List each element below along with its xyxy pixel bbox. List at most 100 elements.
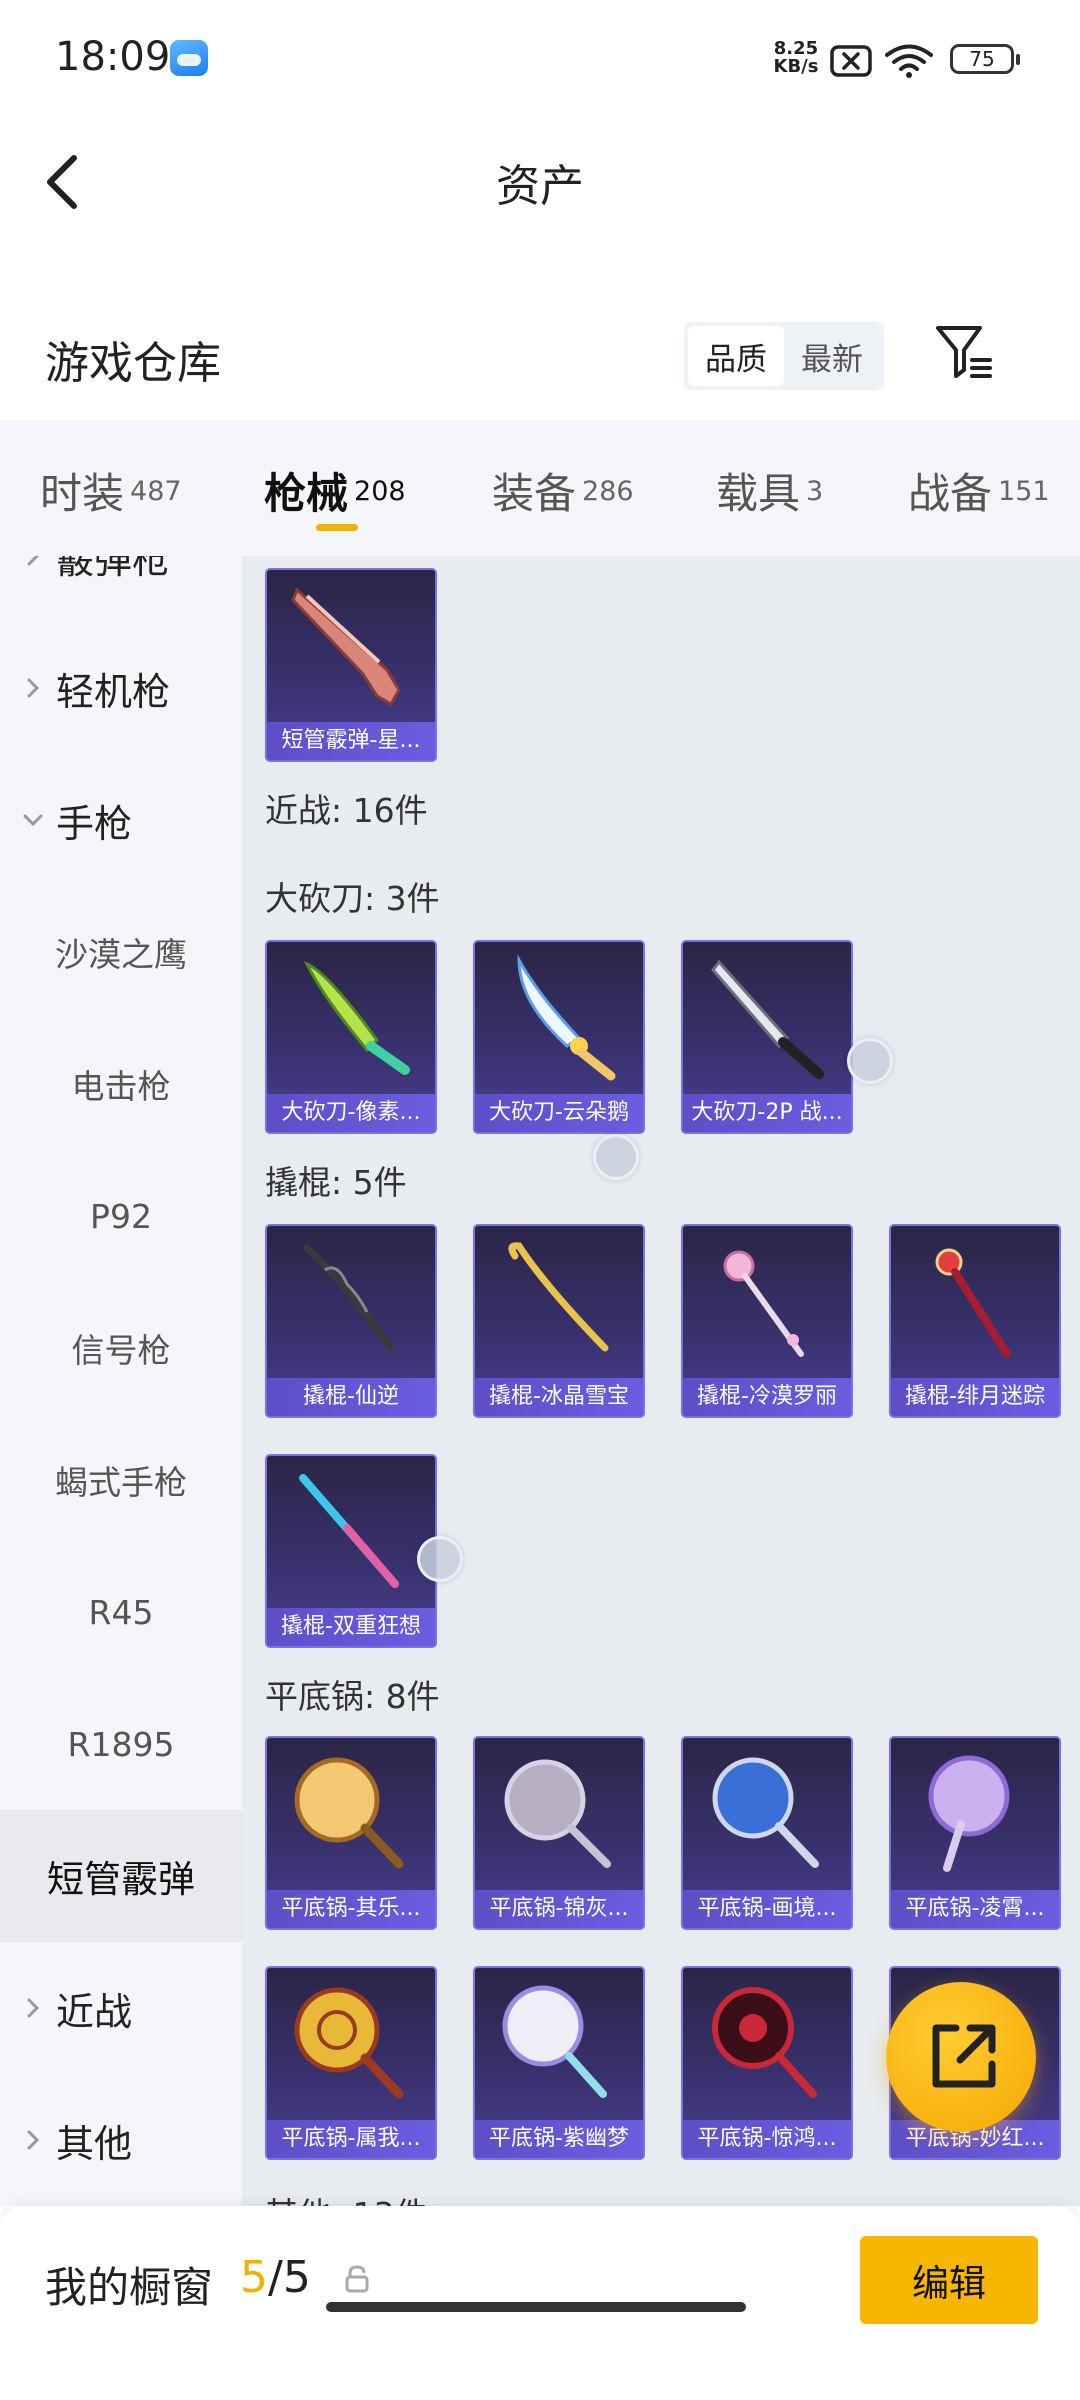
share-fab[interactable]: [886, 1982, 1036, 2132]
sidebar-item-desert-eagle[interactable]: 沙漠之鹰: [0, 886, 242, 1018]
sidebar-item-r45[interactable]: R45: [0, 1546, 242, 1678]
item-card[interactable]: 短管霰弹-星...: [265, 568, 437, 762]
wifi-icon: [885, 44, 933, 78]
item-name: 撬棍-仙逆: [267, 1378, 435, 1416]
touch-indicator: [593, 1134, 639, 1180]
item-name: 平底锅-锦灰...: [475, 1890, 643, 1928]
sidebar-item-flare-gun[interactable]: 信号枪: [0, 1282, 242, 1414]
section-melee-count: 近战: 16件: [265, 791, 428, 830]
tab-supplies[interactable]: 战备 151: [908, 460, 1050, 521]
sidebar-item-other[interactable]: 其他: [0, 2074, 242, 2206]
item-card[interactable]: 平底锅-画境...: [681, 1736, 853, 1930]
tab-label: 装备: [492, 469, 577, 518]
sort-quality-button[interactable]: 品质: [688, 326, 784, 386]
weather-app-icon: [170, 40, 208, 76]
item-card[interactable]: 撬棍-仙逆: [265, 1224, 437, 1418]
item-card[interactable]: 大砍刀-像素...: [265, 940, 437, 1134]
item-card[interactable]: 平底锅-惊鸿...: [681, 1966, 853, 2160]
sidebar-item-sawed-off[interactable]: 短管霰弹: [0, 1810, 242, 1942]
status-time: 18:09: [55, 34, 171, 80]
tab-count: 286: [582, 476, 634, 507]
home-indicator[interactable]: [326, 2302, 746, 2312]
chevron-right-icon: [27, 2130, 40, 2150]
status-bar: 18:09 8.25 KB/s 75: [0, 0, 1080, 120]
sort-toggle: 品质 最新: [684, 322, 884, 390]
network-speed: 8.25 KB/s: [770, 40, 822, 76]
chevron-right-icon: [27, 678, 40, 698]
showcase-count: 5/5: [240, 2252, 311, 2303]
chevron-right-icon: [27, 1998, 40, 2018]
sidebar-item-taser[interactable]: 电击枪: [0, 1018, 242, 1150]
frying-pan-icon: [294, 1757, 404, 1869]
chevron-right-icon: [27, 556, 40, 566]
item-card[interactable]: 平底锅-凌霄...: [889, 1736, 1061, 1930]
sidebar-item-label: 轻机枪: [56, 669, 171, 714]
item-name: 平底锅-凌霄...: [891, 1890, 1059, 1928]
crowbar-icon: [303, 1244, 395, 1352]
network-speed-unit: KB/s: [773, 56, 819, 77]
showcase-label: 我的橱窗: [45, 2263, 214, 2312]
frying-pan-icon: [928, 1755, 1010, 1872]
item-name: 短管霰弹-星...: [267, 722, 435, 760]
item-name: 大砍刀-像素...: [267, 1094, 435, 1132]
item-card[interactable]: 撬棍-绯月迷踪: [889, 1224, 1061, 1418]
active-tab-indicator: [316, 524, 358, 531]
page-title: 资产: [496, 161, 584, 212]
sidebar-item-label: 近战: [56, 1989, 133, 2034]
item-card[interactable]: 大砍刀-2P 战...: [681, 940, 853, 1134]
sidebar-item-r1895[interactable]: R1895: [0, 1678, 242, 1810]
frying-pan-icon: [504, 1759, 611, 1868]
item-name: 平底锅-紫幽梦: [475, 2120, 643, 2158]
section-crowbar-count: 撬棍: 5件: [265, 1163, 407, 1202]
item-card[interactable]: 大砍刀-云朵鹅: [473, 940, 645, 1134]
sidebar-item-skorpion[interactable]: 蝎式手枪: [0, 1414, 242, 1546]
item-card[interactable]: 平底锅-属我...: [265, 1966, 437, 2160]
warehouse-title: 游戏仓库: [45, 338, 221, 389]
tab-label: 枪械: [264, 469, 349, 518]
sidebar-item-shotgun[interactable]: 霰弹枪: [0, 556, 242, 622]
item-name: 撬棍-双重狂想: [267, 1608, 435, 1646]
touch-indicator: [847, 1038, 893, 1084]
sidebar-item-lmg[interactable]: 轻机枪: [0, 622, 242, 754]
edit-button[interactable]: 编辑: [860, 2236, 1038, 2324]
item-grid: 短管霰弹-星... 近战: 16件 大砍刀: 3件 大砍刀-像素... 大砍刀-…: [242, 556, 1080, 2206]
item-name: 大砍刀-云朵鹅: [475, 1094, 643, 1132]
tab-label: 战备: [908, 469, 993, 518]
item-card[interactable]: 撬棍-冰晶雪宝: [473, 1224, 645, 1418]
tab-vehicles[interactable]: 载具 3: [716, 460, 823, 521]
item-card[interactable]: 平底锅-紫幽梦: [473, 1966, 645, 2160]
tab-count: 151: [998, 476, 1050, 507]
machete-icon: [711, 959, 824, 1079]
item-name: 平底锅-惊鸿...: [683, 2120, 851, 2158]
item-name: 撬棍-冰晶雪宝: [475, 1378, 643, 1416]
crowbar-icon: [723, 1250, 804, 1357]
share-icon: [932, 2024, 996, 2088]
item-name: 撬棍-冷漠罗丽: [683, 1378, 851, 1416]
tab-fashion[interactable]: 时装 487: [40, 460, 182, 521]
tab-count: 3: [806, 476, 824, 507]
filter-icon[interactable]: [934, 322, 994, 382]
sidebar-item-p92[interactable]: P92: [0, 1150, 242, 1282]
tab-guns[interactable]: 枪械 208: [264, 460, 406, 521]
crowbar-icon: [508, 1242, 609, 1352]
crowbar-icon: [299, 1474, 399, 1588]
sidebar-item-melee[interactable]: 近战: [0, 1942, 242, 2074]
machete-icon: [304, 961, 410, 1075]
item-card[interactable]: 平底锅-锦灰...: [473, 1736, 645, 1930]
showcase-used: 5: [240, 2252, 268, 2303]
sim-off-icon: [830, 45, 872, 77]
sort-newest-button[interactable]: 最新: [784, 326, 880, 386]
frying-pan-icon: [294, 1987, 404, 2099]
tab-label: 载具: [716, 469, 801, 518]
chevron-down-icon: [23, 814, 43, 827]
category-tabs: 时装 487 枪械 208 装备 286 载具 3 战备 151: [0, 420, 1080, 556]
tab-equipment[interactable]: 装备 286: [492, 460, 634, 521]
frying-pan-icon: [712, 1757, 819, 1868]
showcase-total: /5: [268, 2252, 311, 2303]
item-card[interactable]: 撬棍-冷漠罗丽: [681, 1224, 853, 1418]
item-name: 平底锅-画境...: [683, 1890, 851, 1928]
item-card[interactable]: 撬棍-双重狂想: [265, 1454, 437, 1648]
item-card[interactable]: 平底锅-其乐...: [265, 1736, 437, 1930]
sidebar-item-pistol[interactable]: 手枪: [0, 754, 242, 886]
sawed-off-shotgun-icon: [291, 587, 401, 707]
